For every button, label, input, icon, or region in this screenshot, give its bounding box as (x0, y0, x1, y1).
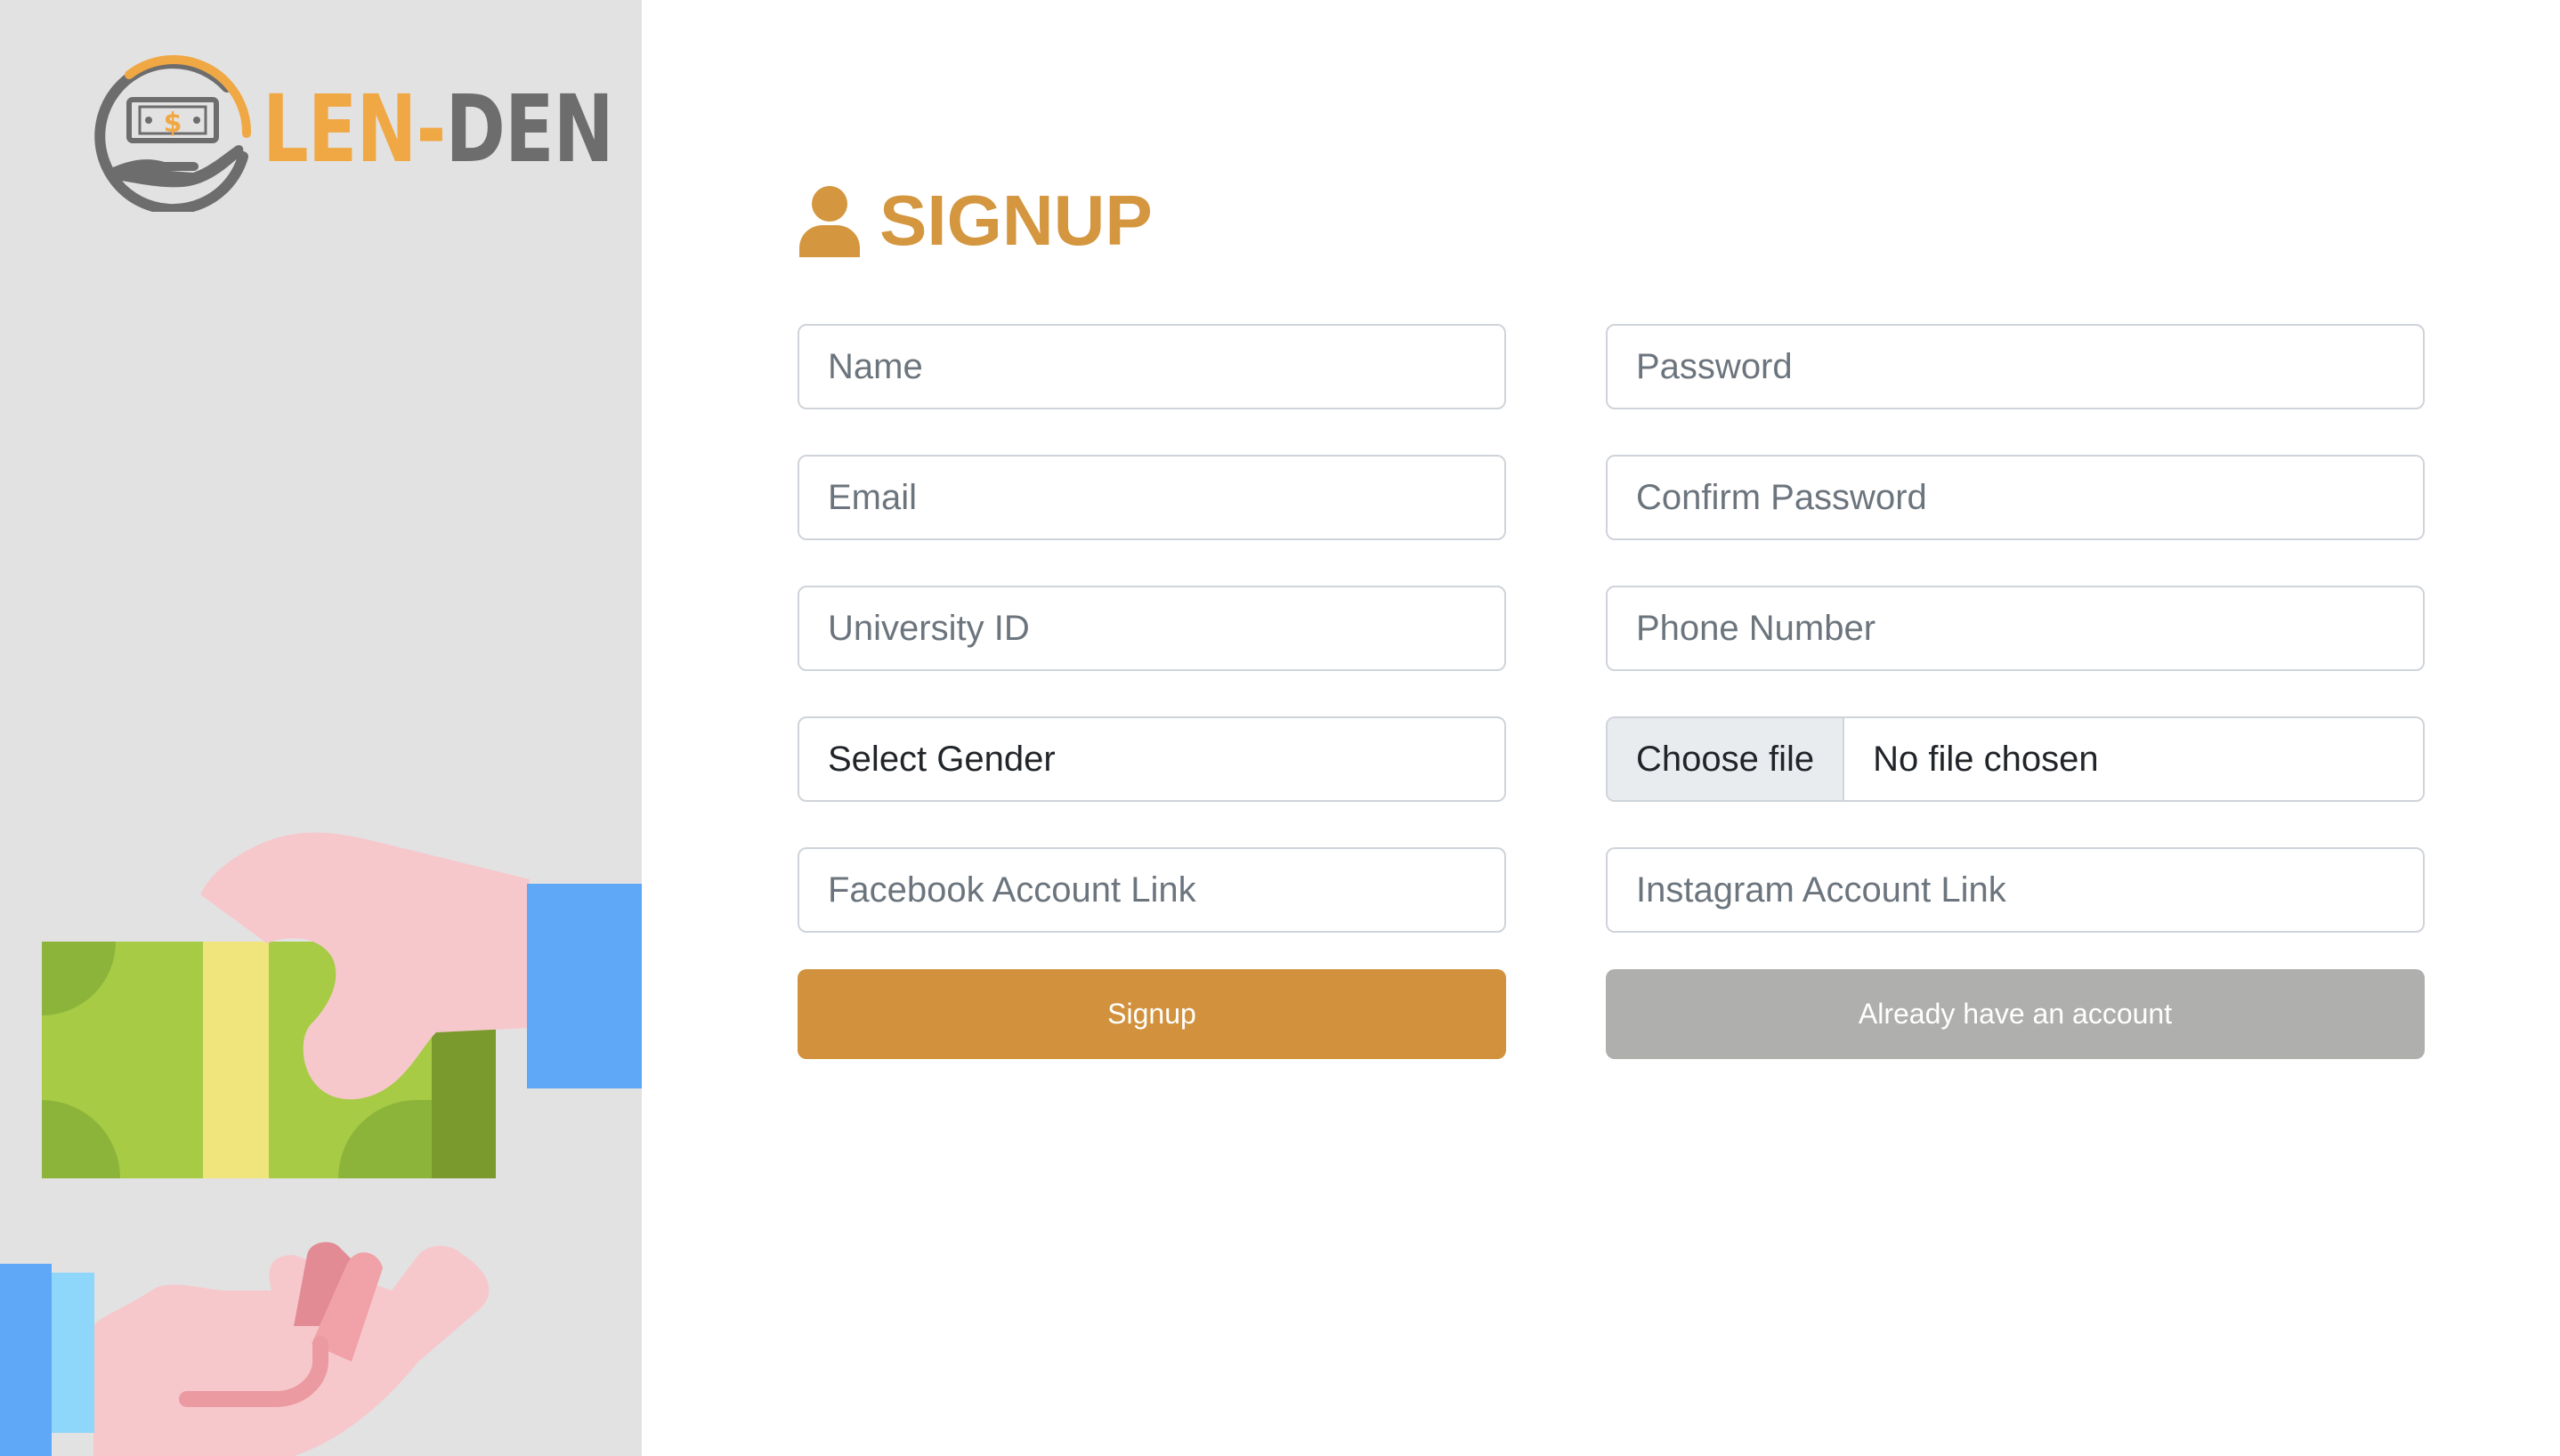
money-hand-icon: $ (94, 55, 252, 212)
brand-logo[interactable]: $ LEN-DEN (93, 52, 614, 212)
instagram-link-input[interactable]: Instagram Account Link (1606, 847, 2425, 933)
dollar-sign-icon: $ (164, 108, 182, 139)
gender-select[interactable]: Select Gender (798, 716, 1506, 802)
signup-panel: SIGNUP Name Email University ID Select G… (642, 0, 2560, 1456)
signup-heading: SIGNUP (798, 176, 1153, 265)
brand-name-part1: LEN- (263, 75, 446, 183)
email-input[interactable]: Email (798, 455, 1506, 540)
user-icon (799, 186, 860, 257)
brand-name-part2: DEN (445, 75, 614, 183)
confirm-password-input[interactable]: Confirm Password (1606, 455, 2425, 540)
password-input[interactable]: Password (1606, 324, 2425, 409)
sidebar: $ LEN-DEN (0, 0, 642, 1456)
university-id-input[interactable]: University ID (798, 586, 1506, 671)
file-status-label: No file chosen (1873, 739, 2099, 779)
page-title: SIGNUP (879, 181, 1153, 260)
choose-file-button[interactable]: Choose file (1608, 718, 1845, 800)
login-link-button[interactable]: Already have an account (1606, 969, 2425, 1059)
name-input[interactable]: Name (798, 324, 1506, 409)
signup-button[interactable]: Signup (798, 969, 1506, 1059)
money-handover-illustration (0, 832, 642, 1456)
facebook-link-input[interactable]: Facebook Account Link (798, 847, 1506, 933)
phone-number-input[interactable]: Phone Number (1606, 586, 2425, 671)
brand-name: LEN-DEN (263, 71, 614, 187)
file-upload-input[interactable]: Choose file No file chosen (1606, 716, 2425, 802)
